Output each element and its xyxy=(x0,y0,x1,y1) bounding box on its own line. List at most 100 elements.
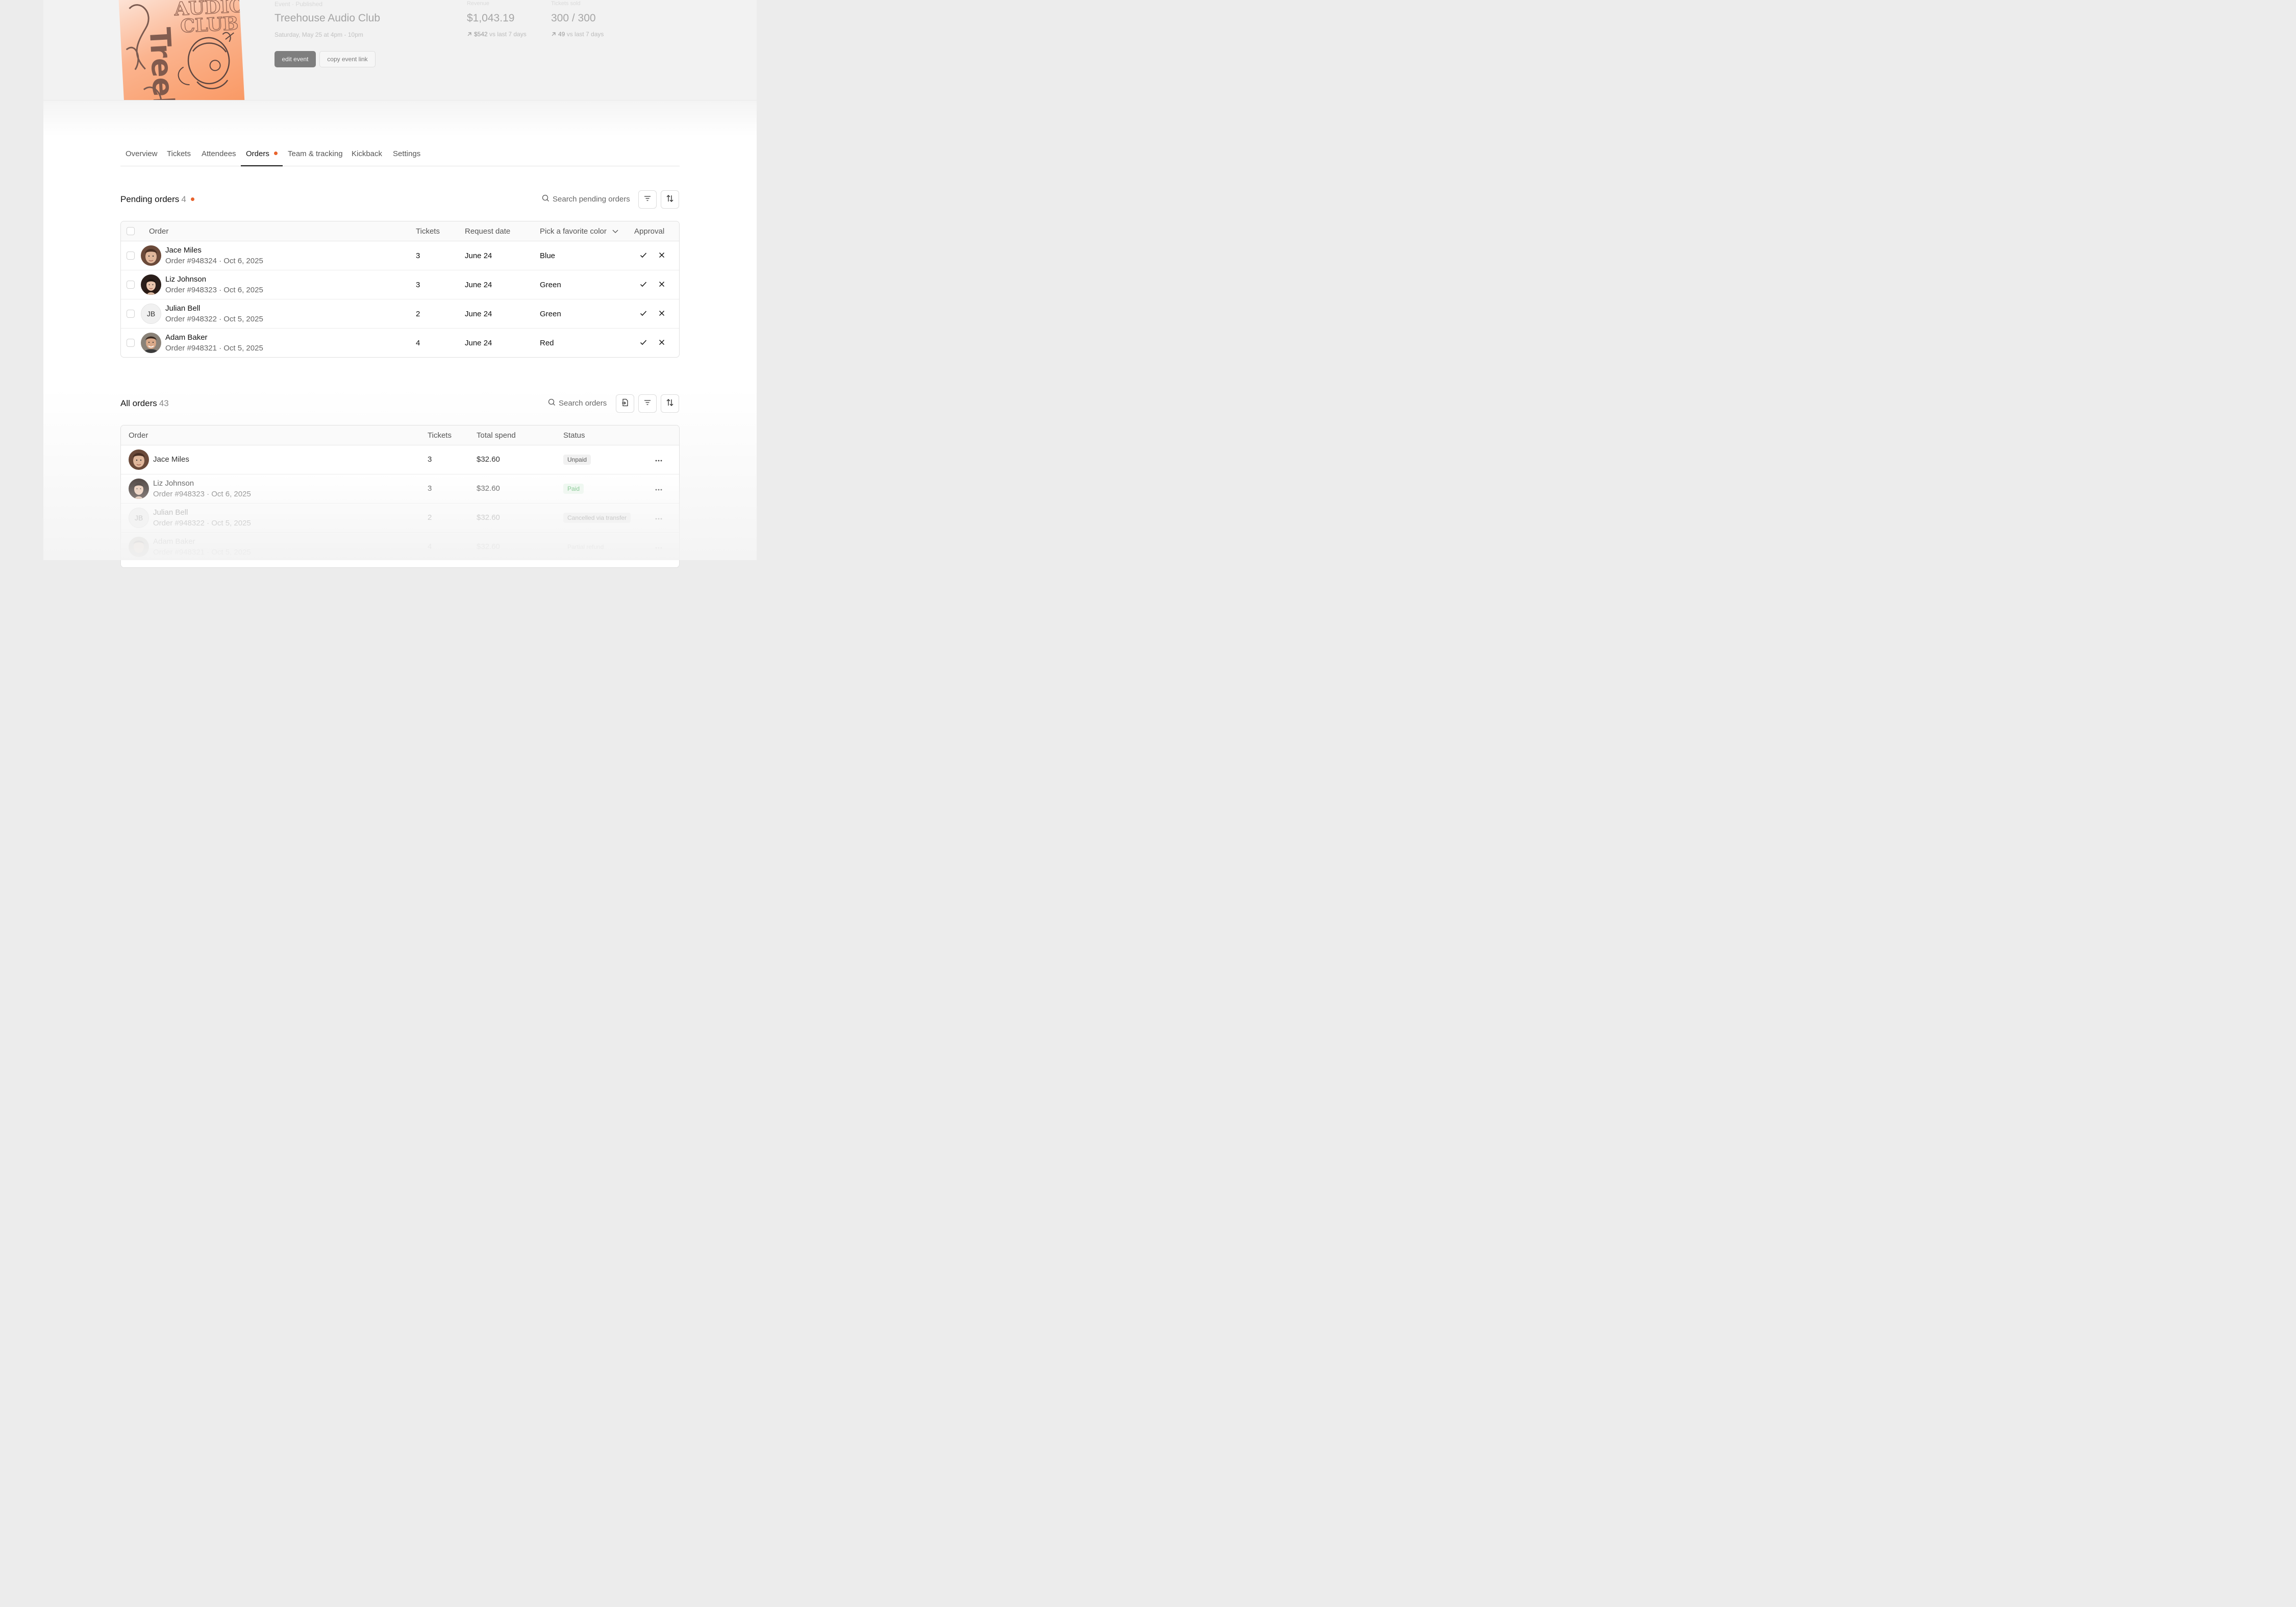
tab-orders[interactable]: Orders xyxy=(241,146,283,166)
total-spend: $32.60 xyxy=(477,513,500,522)
stat-label: Revenue xyxy=(467,1,490,7)
arrow-up-right-icon xyxy=(551,31,556,38)
tickets-count: 2 xyxy=(428,513,432,522)
close-icon xyxy=(659,310,665,319)
edit-event-button[interactable]: edit event xyxy=(274,51,316,67)
table-row: Adam Baker Order #948321 · Oct 5, 2025 4… xyxy=(121,329,679,357)
order-number: Order #948321 xyxy=(153,548,205,557)
table-row[interactable]: Liz Johnson Order #948323 · Oct 6, 2025 … xyxy=(121,474,679,504)
svg-text:Treehouse: Treehouse xyxy=(143,27,185,101)
favorite-color: Green xyxy=(540,310,561,318)
select-all-checkbox[interactable] xyxy=(127,227,135,235)
table-row[interactable]: Jace Miles 3 $32.60 Unpaid xyxy=(121,445,679,474)
tickets-count: 4 xyxy=(416,339,420,347)
stat-delta-value: $542 xyxy=(474,31,488,38)
row-more-button[interactable] xyxy=(654,513,664,523)
tab-label: Team & tracking xyxy=(288,149,343,158)
event-kicker: Event · Published xyxy=(274,1,323,8)
section-title-text: All orders xyxy=(120,398,157,408)
tab-team-tracking[interactable]: Team & tracking xyxy=(283,146,348,166)
col-favorite-color[interactable]: Pick a favorite color xyxy=(540,227,619,236)
approve-button[interactable] xyxy=(639,310,648,319)
avatar xyxy=(129,479,149,499)
arrow-up-right-icon xyxy=(467,31,472,38)
status-badge: Partial refund xyxy=(567,543,604,550)
stat-delta-value: 49 xyxy=(558,31,565,38)
row-checkbox[interactable] xyxy=(127,281,135,289)
order-number: Order #948324 xyxy=(165,257,217,265)
orders-filter-button[interactable] xyxy=(638,394,657,413)
check-icon xyxy=(640,252,647,261)
tickets-count: 2 xyxy=(416,310,420,318)
row-checkbox[interactable] xyxy=(127,310,135,318)
stat-delta: $542 vs last 7 days xyxy=(467,31,527,38)
close-icon xyxy=(659,281,665,290)
order-number: Order #948322 xyxy=(165,315,217,323)
approve-button[interactable] xyxy=(639,339,648,348)
orders-sort-button[interactable] xyxy=(661,394,679,413)
order-meta: Order #948322 · Oct 5, 2025 xyxy=(165,315,263,323)
row-checkbox[interactable] xyxy=(127,252,135,260)
approve-button[interactable] xyxy=(639,281,648,290)
filter-icon xyxy=(644,195,651,204)
chevron-down-icon xyxy=(612,227,619,236)
export-button[interactable] xyxy=(616,394,634,413)
header-shadow xyxy=(43,101,757,136)
stat-delta: 49 vs last 7 days xyxy=(551,31,604,38)
table-row: Jace Miles Order #948324 · Oct 6, 2025 3… xyxy=(121,241,679,270)
tab-settings[interactable]: Settings xyxy=(388,146,426,166)
col-status: Status xyxy=(563,431,585,440)
table-row[interactable]: Adam Baker Order #948321 · Oct 5, 2025 4… xyxy=(121,533,679,562)
customer-name: Liz Johnson xyxy=(165,275,207,284)
order-number: Order #948323 xyxy=(165,286,217,294)
orders-search-input[interactable]: Search orders xyxy=(548,398,607,408)
tickets-count: 4 xyxy=(428,542,432,551)
more-horizontal-icon xyxy=(655,455,662,464)
tab-overview[interactable]: Overview xyxy=(120,146,163,166)
tab-attendees[interactable]: Attendees xyxy=(196,146,241,166)
order-meta: Order #948322 · Oct 5, 2025 xyxy=(153,519,251,528)
close-icon xyxy=(659,252,665,261)
row-checkbox[interactable] xyxy=(127,339,135,347)
pending-search-input[interactable]: Search pending orders xyxy=(542,194,630,204)
event-poster: AUDIO CLUB Treehouse xyxy=(118,0,245,101)
status-badge: Cancelled via transfer xyxy=(563,513,631,523)
row-more-button[interactable] xyxy=(654,455,664,465)
request-date: June 24 xyxy=(465,252,492,260)
event-header: AUDIO CLUB Treehouse Event · Published T… xyxy=(43,0,757,101)
order-meta: Order #948321 · Oct 5, 2025 xyxy=(165,344,263,353)
tab-label: Kickback xyxy=(352,149,383,158)
row-more-button[interactable] xyxy=(654,484,664,494)
customer-name: Adam Baker xyxy=(165,333,208,342)
search-placeholder: Search pending orders xyxy=(553,195,630,204)
tab-kickback[interactable]: Kickback xyxy=(346,146,387,166)
tab-label: Settings xyxy=(393,149,421,158)
table-row: Liz Johnson Order #948323 · Oct 6, 2025 … xyxy=(121,270,679,299)
approve-button[interactable] xyxy=(639,252,648,261)
svg-text:CLUB: CLUB xyxy=(180,13,239,37)
table-row[interactable]: JB Julian Bell Order #948322 · Oct 5, 20… xyxy=(121,504,679,533)
search-placeholder: Search orders xyxy=(559,399,607,408)
reject-button[interactable] xyxy=(657,310,666,319)
copy-event-link-button[interactable]: copy event link xyxy=(319,51,376,67)
customer-name: Jace Miles xyxy=(165,246,202,255)
pending-filter-button[interactable] xyxy=(638,190,657,209)
tab-label: Attendees xyxy=(202,149,236,158)
sort-icon xyxy=(666,194,674,205)
stat-value: 300 / 300 xyxy=(551,12,596,24)
row-more-button[interactable] xyxy=(654,542,664,552)
notification-dot xyxy=(190,197,194,201)
pending-sort-button[interactable] xyxy=(661,190,679,209)
order-meta: Order #948324 · Oct 6, 2025 xyxy=(165,257,263,265)
reject-button[interactable] xyxy=(657,252,666,261)
pending-count: 4 xyxy=(181,194,186,204)
all-orders-title: All orders 43 xyxy=(120,398,169,409)
reject-button[interactable] xyxy=(657,281,666,290)
order-date: · Oct 5, 2025 xyxy=(207,519,251,528)
reject-button[interactable] xyxy=(657,339,666,348)
customer-name: Julian Bell xyxy=(165,304,201,313)
col-approval: Approval xyxy=(634,227,665,236)
tab-tickets[interactable]: Tickets xyxy=(162,146,196,166)
total-spend: $32.60 xyxy=(477,455,500,464)
customer-name: Liz Johnson xyxy=(153,479,194,488)
